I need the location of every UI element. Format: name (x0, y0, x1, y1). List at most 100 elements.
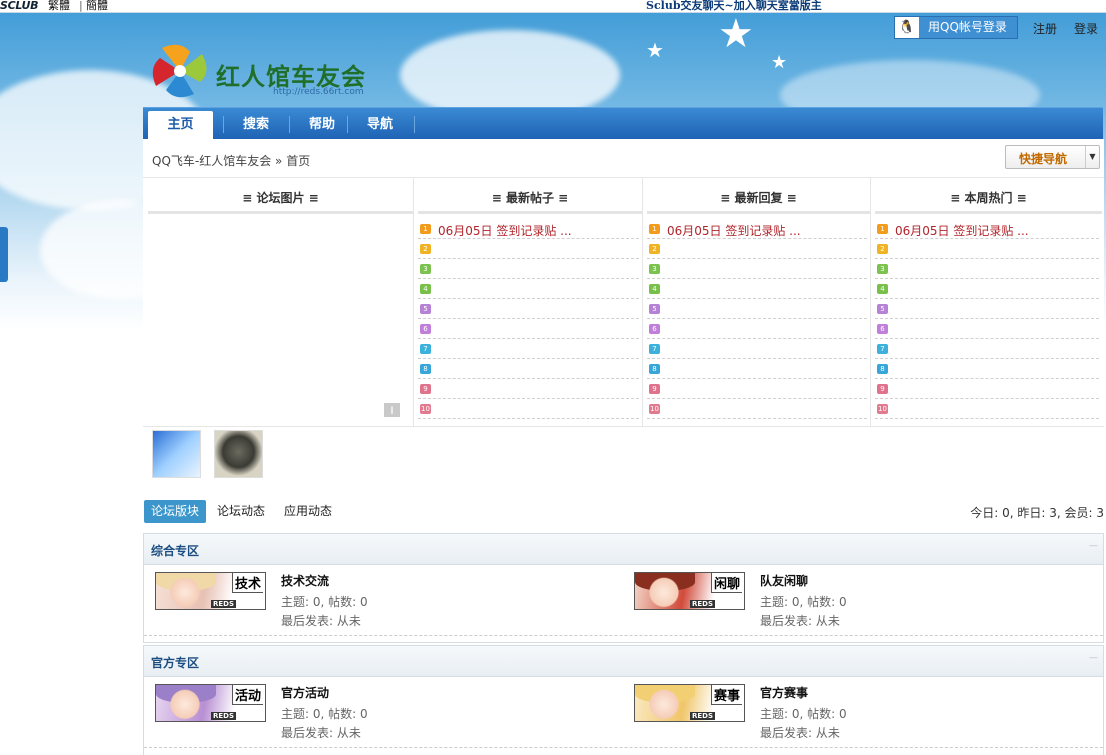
list-item: 9 (418, 379, 639, 399)
pinwheel-logo-icon[interactable] (150, 42, 210, 100)
forum-icon-brand: REDS (211, 600, 237, 608)
rank-badge-icon: 3 (420, 264, 431, 274)
nav-item-help[interactable]: 帮助 (289, 108, 355, 140)
breadcrumb[interactable]: QQ飞车-红人馆车友会 » 首页 (152, 152, 310, 169)
tab-forum-activity[interactable]: 论坛动态 (217, 500, 265, 523)
forum-icon-tag: 闲聊 (710, 573, 742, 593)
rank-badge-icon: 2 (649, 244, 660, 254)
forum-stats: 今日: 0, 昨日: 3, 会员: 3 (970, 506, 1104, 520)
forum-icon[interactable]: 闲聊 REDS (634, 572, 745, 610)
marquee-text[interactable]: Sclub交友聊天~加入聊天室當版主 (646, 0, 822, 12)
column-forum-images: ≡ 论坛图片 ≡ ‖ (143, 178, 413, 426)
latest-posts-list: 1 06月05日 签到记录贴 ... 2 3 4 5 6 7 8 9 10 (418, 219, 639, 419)
forum-image-thumb[interactable] (214, 430, 263, 478)
forum-counts: 主题: 0, 帖数: 0 (281, 595, 368, 609)
list-item[interactable]: 1 06月05日 签到记录贴 ... (875, 219, 1099, 239)
rank-badge-icon: 4 (649, 284, 660, 294)
register-link[interactable]: 注册 (1033, 20, 1057, 37)
column-title: ≡ 本周热门 ≡ (875, 178, 1102, 214)
column-title: ≡ 最新帖子 ≡ (418, 178, 642, 214)
collapse-icon[interactable]: — (1089, 653, 1098, 663)
list-item: 3 (647, 259, 867, 279)
divider (144, 635, 1103, 636)
forum-tabs: 论坛版块 论坛动态 应用动态 今日: 0, 昨日: 3, 会员: 3 (143, 500, 1104, 524)
rank-badge-icon: 6 (877, 324, 888, 334)
tab-forum-sections[interactable]: 论坛版块 (144, 500, 206, 523)
list-item: 4 (418, 279, 639, 299)
site-url[interactable]: http://reds.66rt.com (273, 87, 364, 97)
list-item: 9 (875, 379, 1099, 399)
forum-icon-tag: 技术 (231, 573, 263, 593)
category-header: 官方专区 — (144, 646, 1103, 677)
main-nav: 主页 搜索 帮助 导航 (143, 107, 1103, 140)
simplified-link[interactable]: 簡體 (86, 0, 108, 12)
column-weekly-hot: ≡ 本周热门 ≡ 1 06月05日 签到记录贴 ... 2 3 4 5 6 7 8 9 10 (870, 178, 1102, 426)
list-item: 3 (875, 259, 1099, 279)
forum-item: 活动 REDS 官方活动 主题: 0, 帖数: 0 最后发表: 从未 (144, 684, 584, 749)
list-item: 6 (418, 319, 639, 339)
rank-badge-icon: 1 (877, 224, 888, 234)
list-item: 4 (875, 279, 1099, 299)
main-content: QQ飞车-红人馆车友会 » 首页 快捷导航 ▼ ≡ 论坛图片 ≡ ‖ ≡ 最新帖… (143, 139, 1104, 755)
forum-name[interactable]: 队友闲聊 (760, 572, 808, 589)
list-item: 7 (875, 339, 1099, 359)
sclub-logo[interactable]: SCLUB (0, 0, 39, 12)
forum-icon[interactable]: 活动 REDS (155, 684, 266, 722)
collapse-icon[interactable]: — (1089, 541, 1098, 551)
forum-icon-tag: 赛事 (710, 685, 742, 705)
forum-counts: 主题: 0, 帖数: 0 (760, 707, 847, 721)
forum-counts: 主题: 0, 帖数: 0 (760, 595, 847, 609)
login-link[interactable]: 登录 (1074, 20, 1098, 37)
list-item: 10 (647, 399, 867, 419)
forum-icon-brand: REDS (211, 712, 237, 720)
quick-nav-button[interactable]: 快捷导航 ▼ (1005, 145, 1100, 169)
rank-badge-icon: 10 (420, 404, 431, 414)
forum-image-thumb[interactable] (152, 430, 201, 478)
rank-badge-icon: 4 (420, 284, 431, 294)
star-icon: ★ (718, 11, 754, 57)
rank-badge-icon: 5 (420, 304, 431, 314)
list-item: 4 (647, 279, 867, 299)
post-title[interactable]: 06月05日 签到记录贴 ... (667, 222, 801, 239)
rank-badge-icon: 5 (649, 304, 660, 314)
list-item: 8 (418, 359, 639, 379)
forum-icon[interactable]: 技术 REDS (155, 572, 266, 610)
rank-badge-icon: 7 (649, 344, 660, 354)
slideshow-control-icon[interactable]: ‖ (384, 403, 400, 417)
nav-item-search[interactable]: 搜索 (223, 108, 289, 140)
rank-badge-icon: 10 (649, 404, 660, 414)
category-general: 综合专区 — 技术 REDS 技术交流 主题: 0, 帖数: 0 最后发表: 从… (143, 533, 1104, 643)
forum-name[interactable]: 技术交流 (281, 572, 329, 589)
category-header: 综合专区 — (144, 534, 1103, 565)
post-title[interactable]: 06月05日 签到记录贴 ... (895, 222, 1029, 239)
nav-item-home[interactable]: 主页 (148, 111, 213, 140)
forum-icon[interactable]: 赛事 REDS (634, 684, 745, 722)
nav-item-navigation[interactable]: 导航 (347, 108, 413, 140)
qq-login-label: 用QQ帐号登录 (928, 20, 1007, 34)
list-item[interactable]: 1 06月05日 签到记录贴 ... (647, 219, 867, 239)
column-latest-replies: ≡ 最新回复 ≡ 1 06月05日 签到记录贴 ... 2 3 4 5 6 7 8 9 10 (642, 178, 870, 426)
traditional-link[interactable]: 繁體 (48, 0, 70, 12)
post-title[interactable]: 06月05日 签到记录贴 ... (438, 222, 572, 239)
forum-name[interactable]: 官方赛事 (760, 684, 808, 701)
side-share-tab[interactable] (0, 227, 8, 282)
tab-app-activity[interactable]: 应用动态 (284, 500, 332, 523)
qq-penguin-icon: 🐧 (895, 17, 919, 38)
quick-nav-label: 快捷导航 (1019, 152, 1068, 166)
forum-name[interactable]: 官方活动 (281, 684, 329, 701)
rank-badge-icon: 7 (420, 344, 431, 354)
forum-item: 赛事 REDS 官方赛事 主题: 0, 帖数: 0 最后发表: 从未 (623, 684, 1063, 749)
rank-badge-icon: 9 (420, 384, 431, 394)
chevron-down-icon[interactable]: ▼ (1085, 146, 1099, 168)
rank-badge-icon: 8 (420, 364, 431, 374)
column-title: ≡ 论坛图片 ≡ (148, 178, 413, 214)
rank-badge-icon: 1 (649, 224, 660, 234)
category-title[interactable]: 综合专区 (151, 542, 199, 559)
star-icon: ★ (771, 52, 788, 73)
list-item[interactable]: 1 06月05日 签到记录贴 ... (418, 219, 639, 239)
list-item: 8 (875, 359, 1099, 379)
qq-login-button[interactable]: 🐧 用QQ帐号登录 (894, 16, 1018, 39)
list-item: 10 (418, 399, 639, 419)
category-title[interactable]: 官方专区 (151, 654, 199, 671)
list-item: 5 (647, 299, 867, 319)
